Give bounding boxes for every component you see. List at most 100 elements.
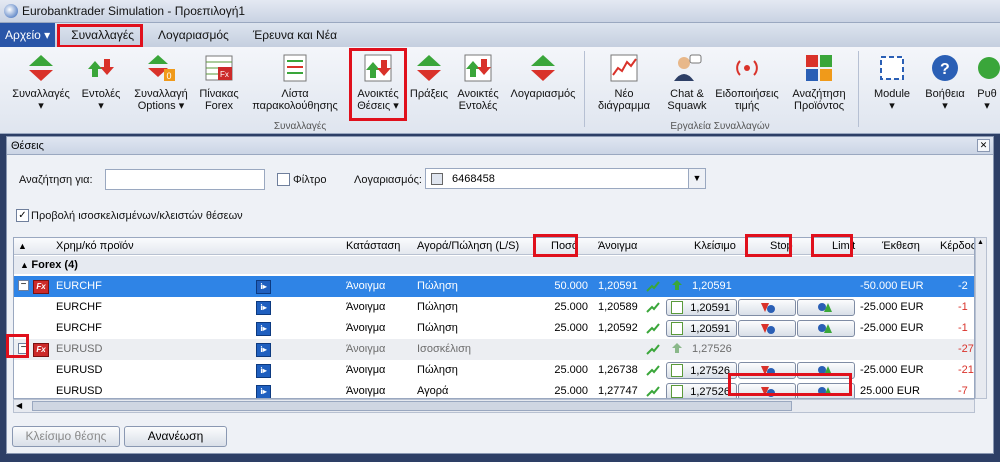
close-position-row-button[interactable]: 1,20591 [666, 320, 737, 337]
table-row[interactable]: EURCHF i▸ Άνοιγμα Πώληση 25.000 1,20592 1,2059… [14, 318, 974, 339]
ribbon-module-button[interactable]: Module ▾ [864, 53, 920, 112]
collapse-toggle[interactable]: − [18, 343, 29, 354]
ribbon-settings-sub: ▾ [984, 100, 990, 112]
ribbon-settings-button[interactable]: Ρυθ ▾ [974, 53, 1000, 112]
svg-text:0: 0 [167, 71, 172, 81]
menu-research-news[interactable]: Έρευνα και Νέα [241, 23, 349, 47]
table-row[interactable]: EURUSD i▸ Άνοιγμα Αγορά 25.000 1,27747 1,27526… [14, 381, 974, 398]
close-position-row-button[interactable]: 1,20591 [666, 299, 737, 316]
stop-button[interactable] [738, 383, 796, 398]
ribbon-watchlist-button[interactable]: Λίστα παρακολούθησης [246, 53, 344, 112]
profit-value: -1 [958, 301, 968, 313]
limit-button[interactable] [797, 299, 855, 316]
menu-account[interactable]: Λογαριασμός [146, 23, 241, 47]
info-icon[interactable]: i▸ [256, 364, 271, 378]
ribbon-open-positions-sub: Θέσεις ▾ [357, 100, 399, 112]
ribbon-group-tools-label: Εργαλεία Συναλλαγών [670, 121, 770, 132]
exposure-value: -25.000 EUR [860, 364, 924, 376]
ribbon-open-orders-button[interactable]: Ανοικτές Εντολές [452, 53, 504, 112]
ribbon-new-chart-sub: διάγραμμα [597, 100, 651, 112]
info-icon[interactable]: i▸ [256, 385, 271, 398]
info-icon[interactable]: i▸ [256, 343, 271, 357]
limit-button[interactable] [797, 383, 855, 398]
menu-file[interactable]: Αρχείο ▾ [0, 23, 56, 47]
col-instrument[interactable]: Χρημ/κό προϊόν [56, 240, 134, 252]
close-icon[interactable]: ✕ [977, 139, 990, 152]
col-exposure[interactable]: Έκθεση [882, 240, 920, 252]
close-position-row-button[interactable]: 1,27526 [666, 383, 737, 398]
limit-button[interactable] [797, 362, 855, 379]
group-forex[interactable]: ▲ Forex (4) [14, 256, 974, 274]
info-icon[interactable]: i▸ [256, 301, 271, 315]
ribbon-new-chart-button[interactable]: Νέο διάγραμμα [592, 53, 656, 112]
group-forex-label: Forex (4) [31, 259, 78, 271]
side-value: Αγορά [417, 385, 449, 397]
col-profit[interactable]: Κέρδος [940, 240, 974, 252]
svg-text:Fx: Fx [220, 70, 229, 79]
table-row[interactable]: − Fx EURUSD i▸ Άνοιγμα Ισοσκέλιση 1,27526 -27 [14, 339, 974, 360]
profit-value: -21 [958, 364, 974, 376]
ribbon-options-trade-button[interactable]: 0 Συναλλαγή Options ▾ [130, 53, 192, 112]
col-side[interactable]: Αγορά/Πώληση (L/S) [417, 240, 519, 252]
ribbon-account-button[interactable]: Λογαριασμός [506, 53, 580, 100]
table-row[interactable]: EURCHF i▸ Άνοιγμα Πώληση 25.000 1,20589 1,2059… [14, 297, 974, 318]
stop-button[interactable] [738, 299, 796, 316]
side-value: Πώληση [417, 280, 458, 292]
account-select[interactable]: 6468458 ▼ [425, 168, 706, 189]
open-price-value: 1,20589 [598, 301, 638, 313]
col-limit[interactable]: Limit [832, 240, 855, 252]
refresh-button[interactable]: Ανανέωση [124, 426, 227, 447]
ribbon-price-alerts-button[interactable]: Ειδοποιήσεις τιμής [712, 53, 782, 112]
forex-icon: Fx [33, 280, 49, 294]
menu-trading[interactable]: Συναλλαγές [59, 23, 146, 47]
col-status[interactable]: Κατάσταση [346, 240, 400, 252]
account-value: 6468458 [452, 173, 495, 185]
open-orders-icon [464, 54, 492, 82]
col-close[interactable]: Κλείσιμο [694, 240, 736, 252]
search-input[interactable] [105, 169, 265, 190]
info-icon[interactable]: i▸ [256, 322, 271, 336]
ribbon-chat-squawk-button[interactable]: Chat & Squawk [660, 53, 714, 112]
ribbon-orders-button[interactable]: Εντολές ▾ [78, 53, 124, 112]
ribbon-product-search-button[interactable]: Αναζήτηση Προϊόντος [786, 53, 852, 112]
info-icon[interactable]: i▸ [256, 280, 271, 294]
ribbon-trades-button[interactable]: Συναλλαγές ▾ [12, 53, 70, 112]
table-row[interactable]: EURUSD i▸ Άνοιγμα Πώληση 25.000 1,26738 1,2752… [14, 360, 974, 381]
up-arrow-icon [672, 343, 682, 353]
close-position-button[interactable]: Κλείσιμο θέσης [12, 426, 120, 447]
scroll-thumb[interactable] [32, 401, 792, 411]
ribbon-open-positions-button[interactable]: Ανοικτές Θέσεις ▾ [352, 53, 404, 112]
show-closed-checkbox[interactable]: ✓ [16, 209, 29, 222]
chevron-down-icon[interactable]: ▼ [688, 169, 705, 188]
table-row[interactable]: − Fx EURCHF i▸ Άνοιγμα Πώληση 50.000 1,20591 1,2… [14, 276, 974, 297]
limit-order-icon [818, 324, 832, 333]
title-bar: Eurobanktrader Simulation - Προεπιλογή1 [0, 0, 1000, 23]
panel-title-bar: Θέσεις ✕ [7, 137, 993, 155]
ribbon-forex-board-button[interactable]: Fx Πίνακας Forex [196, 53, 242, 112]
ribbon-deals-button[interactable]: Πράξεις [406, 53, 452, 100]
limit-button[interactable] [797, 320, 855, 337]
stop-button[interactable] [738, 362, 796, 379]
profit-value: -7 [958, 385, 968, 397]
ribbon-help-button[interactable]: ? Βοήθεια ▾ [920, 53, 970, 112]
filter-checkbox[interactable] [277, 173, 290, 186]
col-open[interactable]: Άνοιγμα [598, 240, 637, 252]
trade-arrows-icon [29, 55, 53, 81]
sort-icon[interactable]: ▲ [18, 241, 27, 251]
stop-button[interactable] [738, 320, 796, 337]
collapse-toggle[interactable]: − [18, 280, 29, 291]
col-stop[interactable]: Stop [770, 240, 793, 252]
ribbon-help-sub: ▾ [942, 100, 948, 112]
close-position-row-button[interactable]: 1,27526 [666, 362, 737, 379]
ribbon-alerts-sub: τιμής [734, 100, 760, 112]
horizontal-scrollbar[interactable]: ◀ [13, 399, 975, 413]
deals-icon [417, 55, 441, 81]
status-value: Άνοιγμα [346, 385, 386, 397]
vertical-scrollbar[interactable]: ▲ [975, 237, 987, 399]
status-value: Άνοιγμα [346, 364, 386, 376]
col-amount[interactable]: Ποσό [551, 240, 578, 252]
open-price-value: 1,27747 [598, 385, 638, 397]
ribbon-settings-label: Ρυθ [977, 88, 997, 100]
profit-value: -1 [958, 322, 968, 334]
ribbon-open-orders-sub: Εντολές [458, 100, 498, 112]
